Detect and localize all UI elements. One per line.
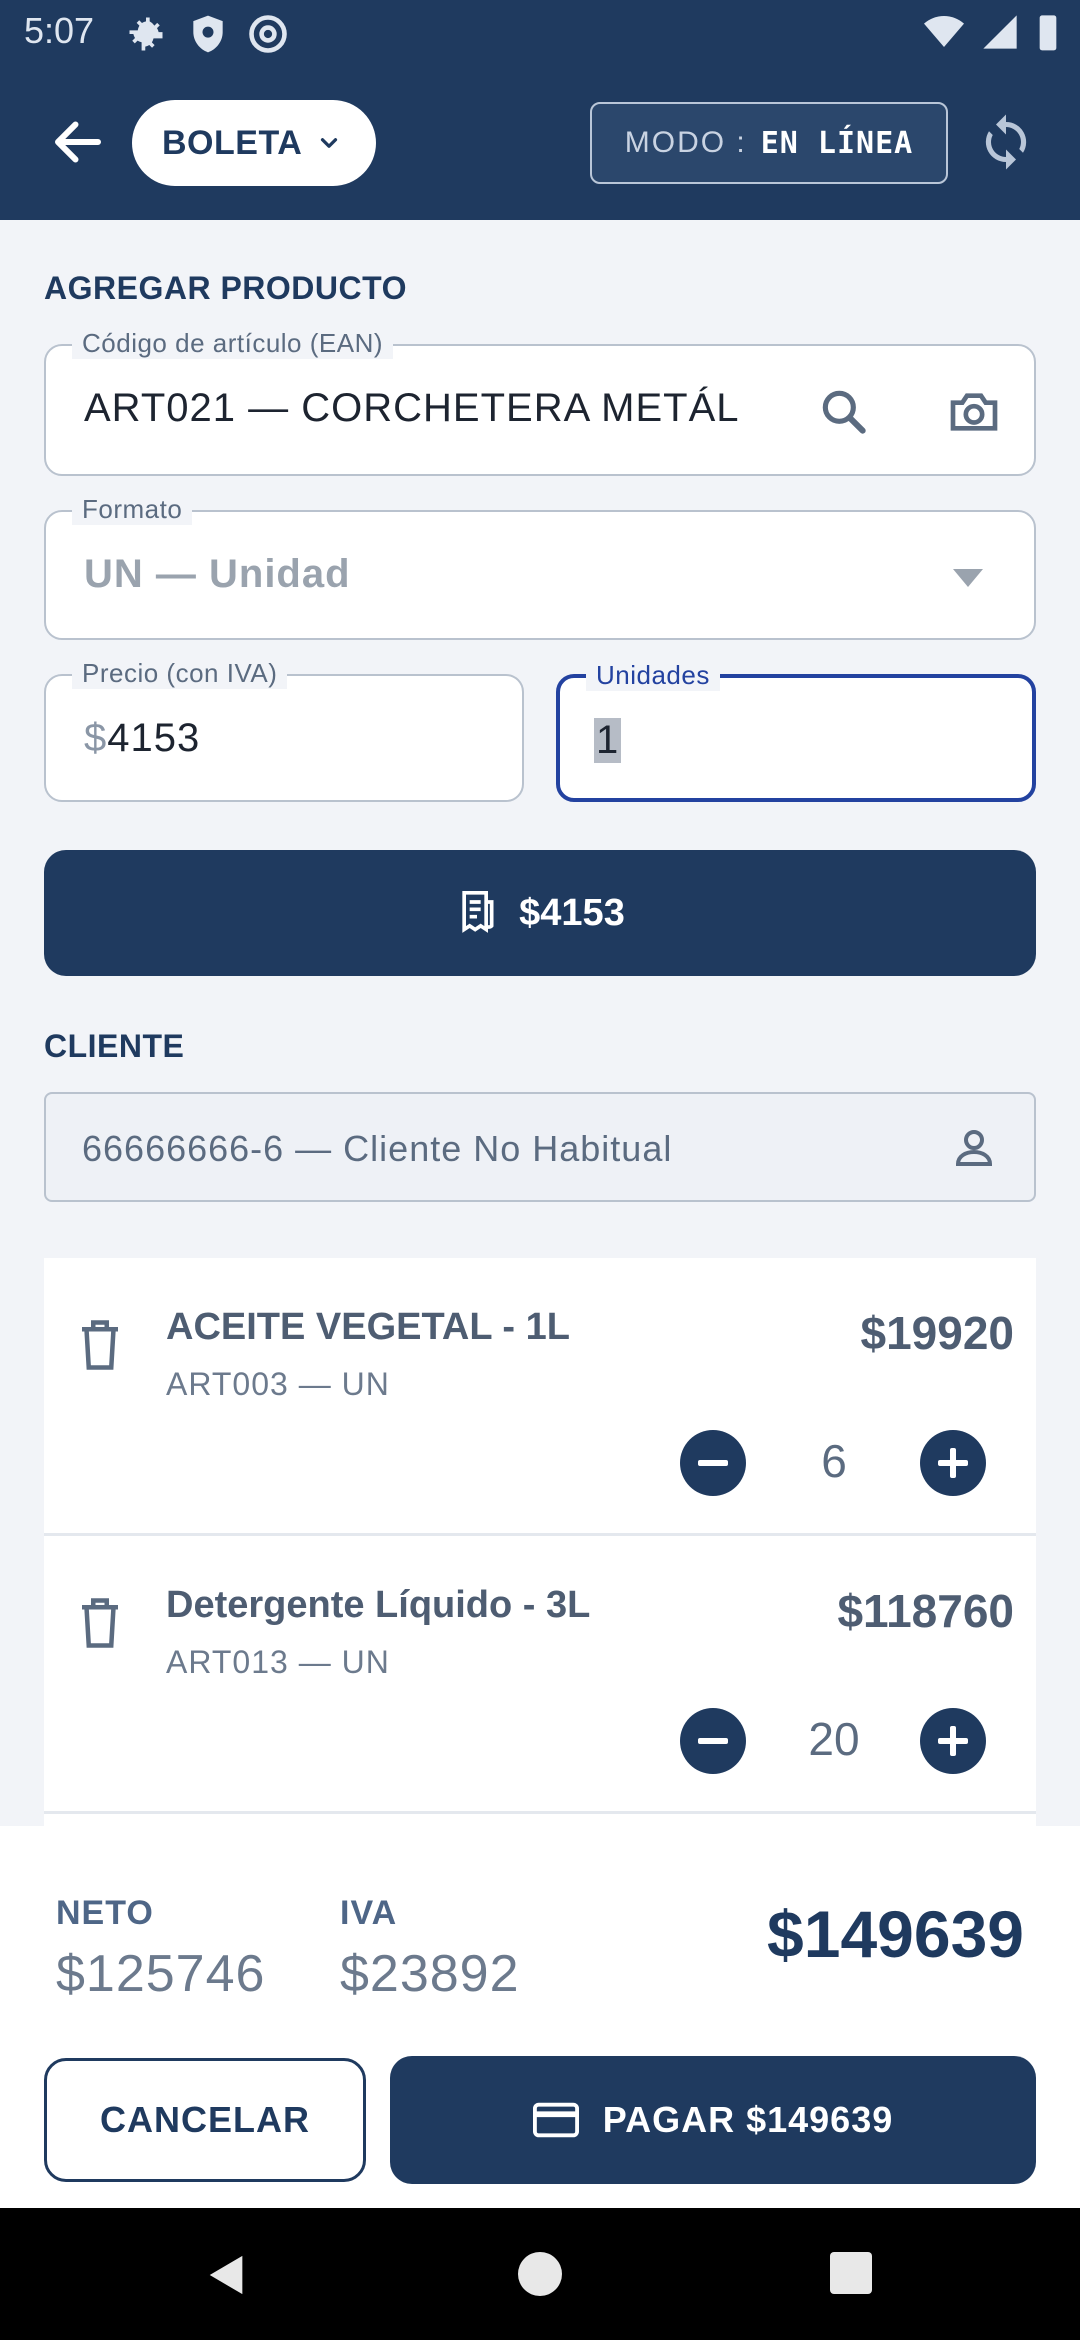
add-button-label: $4153: [519, 891, 625, 934]
battery-icon: [1039, 15, 1057, 51]
mode-value: EN LÍNEA: [760, 125, 914, 161]
units-value: 1: [594, 718, 622, 763]
cart-item-qty: 6: [821, 1435, 847, 1487]
shield-icon: [193, 15, 223, 53]
cart-list: ACEITE VEGETAL - 1L ART003 — UN $19920 6…: [44, 1258, 1036, 1826]
decrease-qty-button[interactable]: [680, 1430, 746, 1496]
ean-label: Código de artículo (EAN): [72, 328, 394, 359]
cancel-label: CANCELAR: [100, 2099, 310, 2140]
camera-icon[interactable]: [946, 384, 1002, 440]
status-bar: 5:07: [0, 0, 1080, 66]
increase-qty-button[interactable]: [920, 1708, 986, 1774]
cart-item: ACEITE VEGETAL - 1L ART003 — UN $19920 6: [44, 1258, 1036, 1536]
format-value: UN — Unidad: [84, 552, 351, 596]
iva-label: IVA: [340, 1894, 398, 1932]
sale-form: AGREGAR PRODUCTO Código de artículo (EAN…: [0, 220, 1080, 1826]
client-title: CLIENTE: [44, 1028, 185, 1064]
increase-qty-button[interactable]: [920, 1430, 986, 1496]
cart-item-name: Detergente Líquido - 3L: [166, 1584, 591, 1626]
cancel-button[interactable]: CANCELAR: [44, 2058, 366, 2182]
sync-icon[interactable]: [976, 112, 1036, 172]
document-type-select[interactable]: BOLETA: [132, 100, 376, 186]
units-label: Unidades: [586, 660, 720, 691]
cart-item-code: ART003 — UN: [166, 1366, 390, 1402]
wifi-icon: [924, 16, 964, 47]
chevron-down-icon: [321, 138, 338, 148]
ean-value: ART021 — CORCHETERA METÁL: [84, 386, 740, 430]
nav-recents-icon[interactable]: [830, 2252, 872, 2294]
status-time: 5:07: [24, 10, 95, 51]
nav-back-icon[interactable]: [204, 2252, 250, 2298]
price-prefix: $: [84, 716, 108, 760]
nav-home-icon[interactable]: [518, 2252, 562, 2296]
total-amount: $149639: [767, 1897, 1024, 1971]
system-nav-bar: [0, 2208, 1080, 2340]
iva-value: $23892: [340, 1945, 520, 2003]
settings-icon: [129, 17, 163, 51]
pay-label: PAGAR $149639: [602, 2099, 894, 2140]
cart-item-partial: [44, 1814, 1036, 1826]
status-right: [924, 12, 1060, 52]
cart-item: Detergente Líquido - 3L ART013 — UN $118…: [44, 1536, 1036, 1814]
document-type-value: BOLETA: [162, 123, 303, 162]
format-label: Formato: [72, 494, 193, 525]
trash-icon[interactable]: [76, 1318, 124, 1372]
person-icon[interactable]: [950, 1124, 998, 1172]
decrease-qty-button[interactable]: [680, 1708, 746, 1774]
cart-item-code: ART013 — UN: [166, 1644, 390, 1680]
cart-item-price: $118760: [837, 1585, 1014, 1637]
cart-item-name: ACEITE VEGETAL - 1L: [166, 1306, 570, 1348]
mode-label: MODO :: [624, 126, 747, 159]
neto-label: NETO: [56, 1894, 154, 1932]
trash-icon[interactable]: [76, 1596, 124, 1650]
add-to-cart-button[interactable]: $4153: [44, 850, 1036, 976]
signal-icon: [983, 15, 1017, 49]
ean-field[interactable]: Código de artículo (EAN) ART021 — CORCHE…: [44, 328, 1036, 476]
order-summary: NETO $125746 IVA $23892 $149639 CANCELAR…: [0, 1826, 1080, 2208]
search-icon[interactable]: [816, 384, 872, 440]
back-arrow-icon[interactable]: [48, 112, 108, 172]
client-field[interactable]: 66666666-6 — Cliente No Habitual: [44, 1092, 1036, 1202]
cart-item-qty: 20: [808, 1713, 860, 1765]
price-label: Precio (con IVA): [72, 658, 288, 689]
credit-card-icon: [532, 2102, 579, 2138]
units-field[interactable]: Unidades 1: [556, 660, 1036, 802]
neto-value: $125746: [56, 1945, 266, 2003]
client-value: 66666666-6 — Cliente No Habitual: [82, 1128, 673, 1169]
pay-button[interactable]: PAGAR $149639: [390, 2056, 1036, 2184]
dropdown-arrow-icon: [953, 569, 983, 587]
cart-item-price: $19920: [860, 1307, 1015, 1359]
format-select[interactable]: Formato UN — Unidad: [44, 494, 1036, 640]
receipt-icon: [462, 891, 494, 933]
price-field[interactable]: Precio (con IVA) $4153: [44, 658, 524, 802]
price-value: 4153: [107, 716, 201, 760]
at-sign-icon: [249, 15, 287, 53]
app-header: 5:07 BOLETA MODO: EN LÍNEA: [0, 0, 1080, 220]
add-product-title: AGREGAR PRODUCTO: [44, 270, 407, 306]
mode-indicator[interactable]: MODO : EN LÍNEA: [590, 102, 948, 184]
